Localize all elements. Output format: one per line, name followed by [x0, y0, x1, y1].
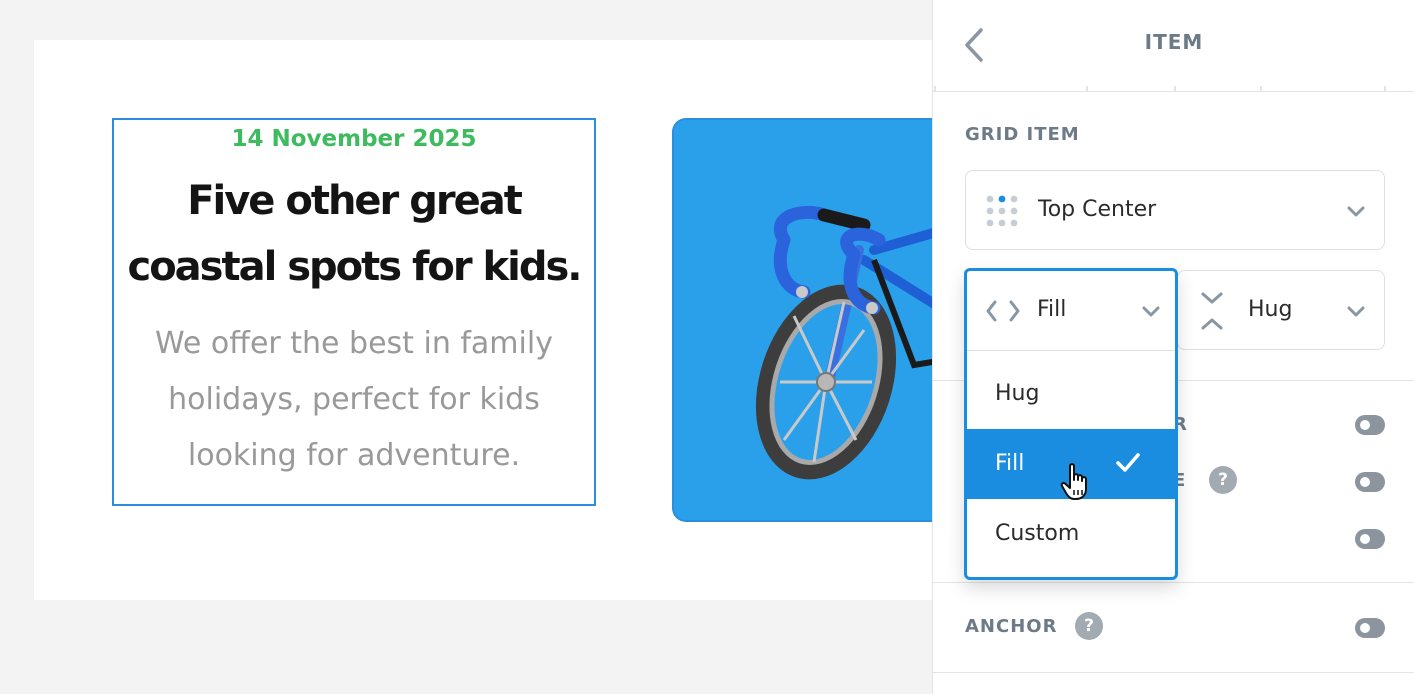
anchor-toggle[interactable] — [1355, 618, 1385, 638]
chevron-down-icon — [1347, 206, 1365, 217]
alignment-select[interactable]: Top Center — [965, 170, 1385, 250]
panel-title: ITEM — [1144, 30, 1204, 54]
fill-horizontal-icon — [986, 300, 1020, 322]
post-body: We offer the best in family holidays, pe… — [155, 326, 553, 473]
setting-toggle-3[interactable] — [1355, 529, 1385, 549]
section-divider — [933, 582, 1414, 583]
option-hug[interactable]: Hug — [967, 359, 1175, 429]
post-headline: Five other great coastal spots for kids. — [127, 178, 582, 290]
canvas: 14 November 2025 Five other great coasta… — [34, 40, 934, 600]
anchor-section-title: ANCHOR — [965, 616, 1058, 637]
help-icon[interactable]: ? — [1075, 612, 1103, 640]
bicycle-illustration — [755, 206, 934, 480]
grid-item-section-title: GRID ITEM — [965, 124, 1080, 145]
text-block[interactable]: 14 November 2025 Five other great coasta… — [112, 118, 596, 506]
height-select-value: Hug — [1248, 297, 1293, 322]
panel-header: ITEM — [933, 0, 1414, 92]
tab-divider-ticks — [934, 86, 1386, 92]
width-select[interactable]: Fill — [967, 271, 1175, 351]
post-date: 14 November 2025 — [231, 126, 477, 152]
width-select-value: Fill — [1037, 297, 1067, 322]
option-custom[interactable]: Custom — [967, 499, 1175, 569]
help-icon[interactable]: ? — [1209, 466, 1237, 494]
chevron-down-icon — [1142, 306, 1160, 317]
check-icon — [1116, 453, 1140, 472]
alignment-select-value: Top Center — [1038, 197, 1157, 222]
setting-toggle-2[interactable] — [1355, 472, 1385, 492]
height-select[interactable]: Hug — [1177, 270, 1385, 350]
hug-vertical-icon — [1201, 292, 1223, 330]
option-fill-label: Fill — [995, 451, 1025, 476]
width-select-dropdown[interactable]: Fill Hug Fill Custom — [964, 268, 1178, 580]
alignment-grid-icon — [986, 195, 1018, 227]
setting-toggle-1[interactable] — [1355, 415, 1385, 435]
pointer-hand-icon — [1060, 463, 1087, 500]
section-divider — [933, 672, 1414, 673]
chevron-down-icon — [1347, 306, 1365, 317]
bicycle-image[interactable] — [672, 118, 934, 522]
